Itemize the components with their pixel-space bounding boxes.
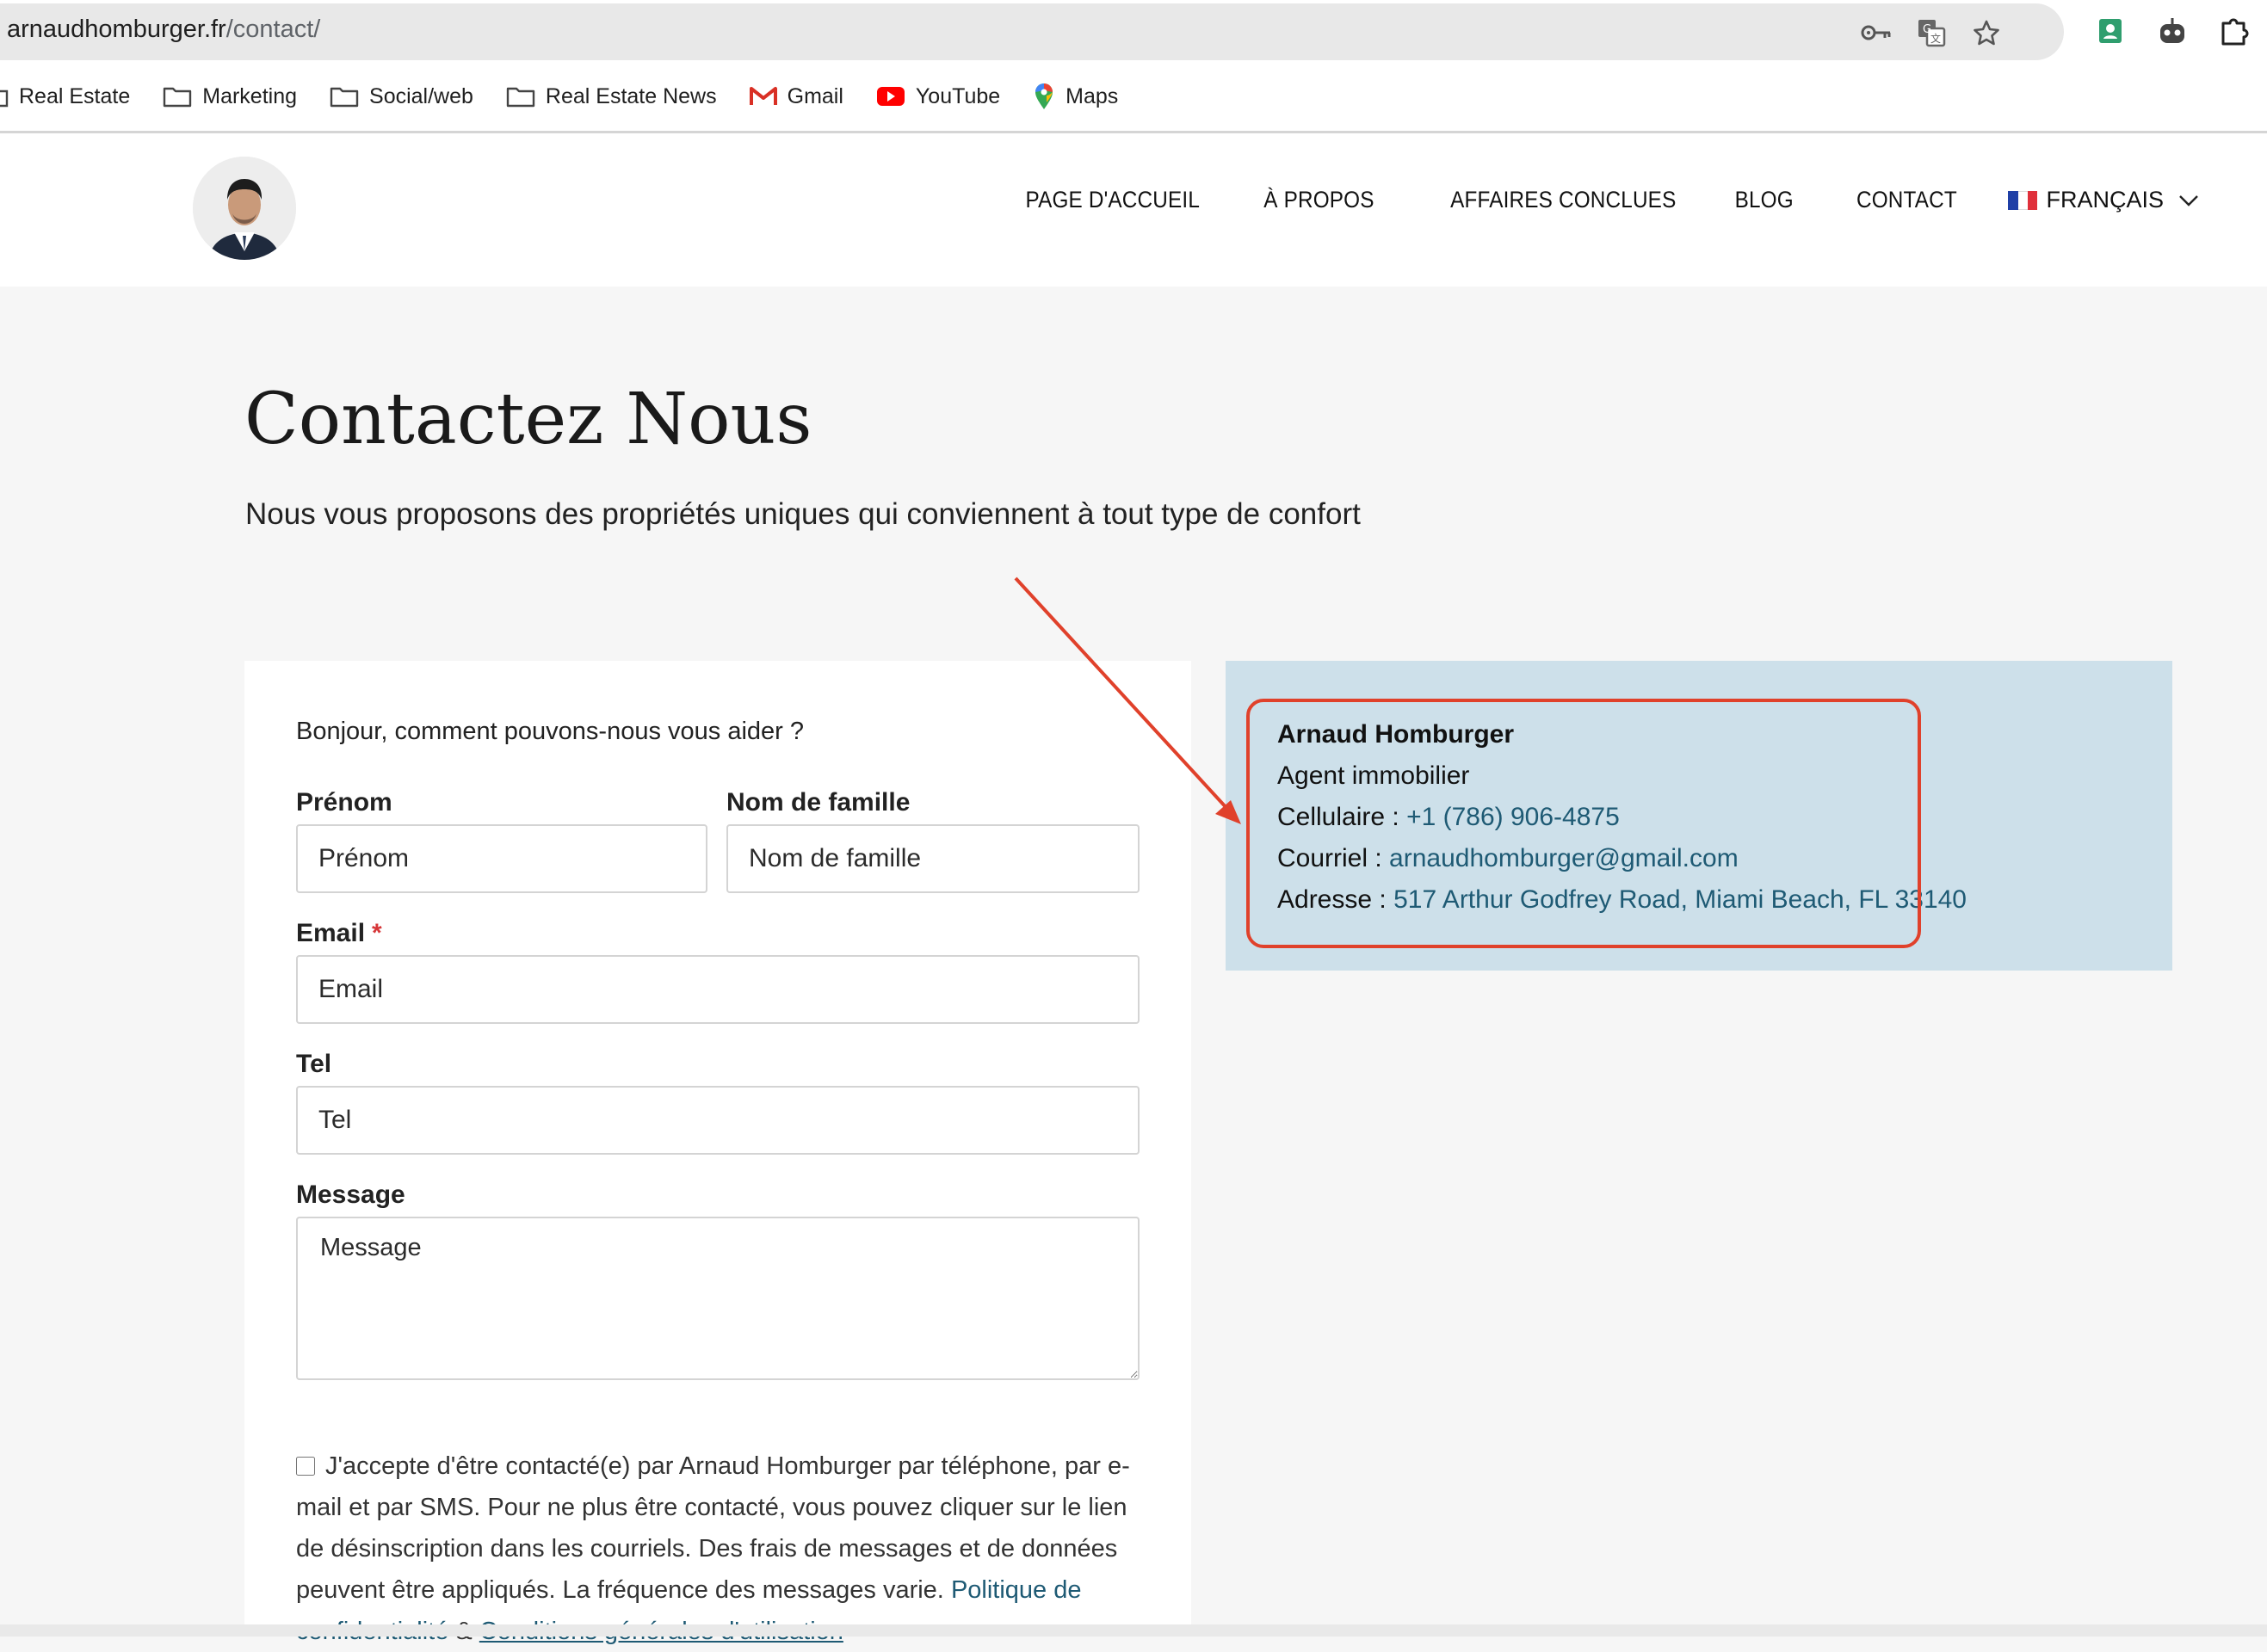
page-subtitle: Nous vous proposons des propriétés uniqu… xyxy=(245,497,1361,531)
consent-block: J'accepte d'être contacté(e) par Arnaud … xyxy=(296,1446,1140,1652)
consent-checkbox[interactable] xyxy=(296,1457,315,1476)
contact-form: Bonjour, comment pouvons-nous vous aider… xyxy=(244,661,1191,1645)
url-path: /contact/ xyxy=(225,15,321,43)
bookmarks-bar: Real Estate Marketing Social/web Real Es… xyxy=(0,79,1151,114)
message-field[interactable] xyxy=(296,1217,1140,1380)
svg-text:文: 文 xyxy=(1930,32,1941,45)
bookmark-label: Real Estate News xyxy=(545,83,717,108)
page-title: Contactez Nous xyxy=(244,379,812,460)
bookmark-label: Social/web xyxy=(369,83,473,108)
bookmark-label: YouTube xyxy=(915,83,1001,108)
chevron-down-icon xyxy=(2179,194,2198,206)
first-name-field[interactable] xyxy=(296,824,707,893)
bookmark-gmail[interactable]: Gmail xyxy=(749,83,843,109)
email-label-text: Email xyxy=(296,919,366,947)
nav-about[interactable]: À PROPOS xyxy=(1263,187,1374,213)
bookmark-label: Gmail xyxy=(787,83,843,108)
star-icon[interactable] xyxy=(1971,17,2002,48)
tel-label: Tel xyxy=(296,1050,332,1078)
bookmark-label: Maps xyxy=(1066,83,1119,108)
language-label: FRANÇAIS xyxy=(2046,187,2164,213)
bookmark-marketing[interactable]: Marketing xyxy=(163,84,297,109)
last-name-label: Nom de famille xyxy=(726,788,911,817)
puzzle-extensions-icon[interactable] xyxy=(2217,14,2252,48)
email-field[interactable] xyxy=(296,955,1140,1024)
email-label: Email * xyxy=(296,919,382,948)
nav-contact[interactable]: CONTACT xyxy=(1856,187,1957,213)
nav-blog[interactable]: BLOG xyxy=(1734,187,1793,213)
bookmark-real-estate[interactable]: Real Estate xyxy=(0,84,130,109)
bookmark-youtube[interactable]: YouTube xyxy=(876,84,1000,109)
maps-pin-icon xyxy=(1035,83,1053,109)
contacts-extension-icon[interactable] xyxy=(2093,14,2128,48)
url-text[interactable]: arnaudhomburger.fr/contact/ xyxy=(7,15,320,44)
message-label: Message xyxy=(296,1180,405,1209)
annotation-highlight-box xyxy=(1246,699,1921,948)
bookmark-label: Real Estate xyxy=(19,83,131,108)
nav-closed-deals[interactable]: AFFAIRES CONCLUES xyxy=(1450,187,1676,213)
last-name-field[interactable] xyxy=(726,824,1140,893)
youtube-icon xyxy=(876,87,905,106)
bookmark-social-web[interactable]: Social/web xyxy=(330,84,473,109)
bookmark-maps[interactable]: Maps xyxy=(1033,83,1118,110)
folder-icon xyxy=(330,87,359,108)
required-asterisk: * xyxy=(372,919,382,947)
folder-icon xyxy=(164,87,192,108)
first-name-label: Prénom xyxy=(296,788,392,817)
folder-icon xyxy=(506,87,535,108)
page-bottom-edge xyxy=(0,1624,2267,1637)
avatar[interactable] xyxy=(193,157,296,260)
bookmark-real-estate-news[interactable]: Real Estate News xyxy=(506,84,717,109)
language-selector[interactable]: FRANÇAIS xyxy=(2008,187,2200,213)
bookmark-label: Marketing xyxy=(202,83,298,108)
site-header: PAGE D'ACCUEIL À PROPOS AFFAIRES CONCLUE… xyxy=(0,133,2267,287)
address-bar[interactable]: arnaudhomburger.fr/contact/ G文 xyxy=(0,3,2064,60)
nav-home[interactable]: PAGE D'ACCUEIL xyxy=(1025,187,1200,213)
browser-chrome: arnaudhomburger.fr/contact/ G文 Real Esta… xyxy=(0,0,2267,133)
folder-icon xyxy=(0,89,9,108)
robot-extension-icon[interactable] xyxy=(2155,14,2190,48)
french-flag-icon xyxy=(2008,190,2038,210)
form-intro: Bonjour, comment pouvons-nous vous aider… xyxy=(296,718,805,745)
gmail-icon xyxy=(749,87,777,105)
url-domain: arnaudhomburger.fr xyxy=(7,15,226,43)
main-nav: PAGE D'ACCUEIL À PROPOS AFFAIRES CONCLUE… xyxy=(954,187,2200,213)
key-icon[interactable] xyxy=(1861,17,1892,48)
tel-field[interactable] xyxy=(296,1086,1140,1155)
translate-icon[interactable]: G文 xyxy=(1916,17,1947,48)
